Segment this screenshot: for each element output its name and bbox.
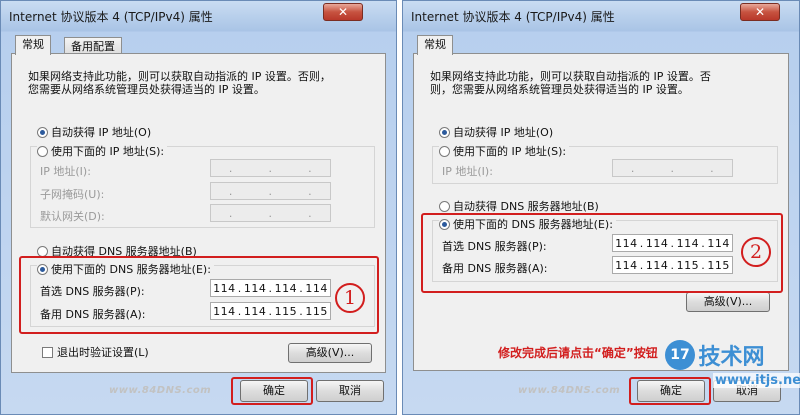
radio-unselected-icon: [439, 201, 450, 212]
preferred-dns-label: 首选 DNS 服务器(P):: [442, 240, 547, 253]
watermark: www.84DNS.com: [109, 385, 212, 396]
site-url: www.itjs.net: [713, 373, 800, 388]
alternate-dns-field[interactable]: 114. 114. 115. 115: [210, 302, 331, 320]
close-button[interactable]: ✕: [740, 3, 780, 21]
radio-label: 自动获得 DNS 服务器地址(B): [453, 200, 599, 213]
gateway-field[interactable]: ...: [210, 204, 331, 222]
advanced-button[interactable]: 高级(V)...: [686, 292, 770, 312]
advanced-button[interactable]: 高级(V)...: [288, 343, 372, 363]
tab-general[interactable]: 常规: [15, 35, 51, 55]
radio-label: 使用下面的 DNS 服务器地址(E):: [51, 263, 211, 276]
window-title: Internet 协议版本 4 (TCP/IPv4) 属性: [411, 10, 615, 24]
tab-panel: 如果网络支持此功能，则可以获取自动指派的 IP 设置。否则， 您需要从网络系统管…: [11, 53, 386, 373]
alternate-dns-label: 备用 DNS 服务器(A):: [40, 308, 146, 321]
step-number-1: 1: [335, 283, 365, 313]
radio-selected-icon: [37, 127, 48, 138]
logo-badge-icon: 17: [665, 340, 695, 370]
dialog-right: Internet 协议版本 4 (TCP/IPv4) 属性 ✕ 常规 如果网络支…: [402, 0, 800, 415]
ip-address-field[interactable]: ...: [210, 159, 331, 177]
ip-address-field[interactable]: ...: [612, 159, 733, 177]
radio-use-ip[interactable]: 使用下面的 IP 地址(S):: [37, 143, 168, 159]
cancel-button[interactable]: 取消: [316, 380, 384, 402]
preferred-dns-field[interactable]: 114. 114. 114. 114: [612, 234, 733, 252]
radio-label: 自动获得 IP 地址(O): [453, 126, 554, 139]
radio-label: 自动获得 IP 地址(O): [51, 126, 152, 139]
radio-use-ip[interactable]: 使用下面的 IP 地址(S):: [439, 143, 570, 159]
tab-panel: 如果网络支持此功能，则可以获取自动指派的 IP 设置。否 则，您需要从网络系统管…: [413, 53, 789, 371]
radio-selected-icon: [439, 219, 450, 230]
subnet-label: 子网掩码(U):: [40, 188, 105, 201]
validate-checkbox[interactable]: 退出时验证设置(L): [42, 344, 149, 360]
checkbox-icon: [42, 347, 53, 358]
radio-selected-icon: [37, 264, 48, 275]
radio-selected-icon: [439, 127, 450, 138]
ip-address-label: IP 地址(I):: [40, 165, 91, 178]
radio-unselected-icon: [37, 146, 48, 157]
description-line-1: 如果网络支持此功能，则可以获取自动指派的 IP 设置。否则，: [28, 70, 331, 83]
preferred-dns-label: 首选 DNS 服务器(P):: [40, 285, 145, 298]
alternate-dns-label: 备用 DNS 服务器(A):: [442, 262, 548, 275]
radio-auto-dns[interactable]: 自动获得 DNS 服务器地址(B): [439, 198, 599, 214]
subnet-field[interactable]: ...: [210, 182, 331, 200]
watermark: www.84DNS.com: [518, 385, 621, 396]
radio-label: 使用下面的 IP 地址(S):: [453, 145, 567, 158]
window-title: Internet 协议版本 4 (TCP/IPv4) 属性: [9, 10, 213, 24]
preferred-dns-field[interactable]: 114. 114. 114. 114: [210, 279, 331, 297]
radio-use-dns[interactable]: 使用下面的 DNS 服务器地址(E):: [37, 261, 214, 277]
radio-unselected-icon: [37, 246, 48, 257]
radio-auto-ip[interactable]: 自动获得 IP 地址(O): [37, 124, 151, 140]
tab-general[interactable]: 常规: [417, 35, 453, 55]
ip-address-label: IP 地址(I):: [442, 165, 493, 178]
description-line-2: 则，您需要从网络系统管理员处获得适当的 IP 设置。: [430, 83, 689, 96]
description-line-1: 如果网络支持此功能，则可以获取自动指派的 IP 设置。否: [430, 70, 711, 83]
radio-auto-ip[interactable]: 自动获得 IP 地址(O): [439, 124, 553, 140]
checkbox-label: 退出时验证设置(L): [57, 346, 149, 359]
ok-button[interactable]: 确定: [637, 380, 705, 402]
radio-label: 使用下面的 DNS 服务器地址(E):: [453, 218, 613, 231]
radio-label: 使用下面的 IP 地址(S):: [51, 145, 165, 158]
radio-label: 自动获得 DNS 服务器地址(B): [51, 245, 197, 258]
site-logo: 17 技术网: [665, 339, 765, 371]
close-icon: ✕: [337, 5, 349, 19]
close-button[interactable]: ✕: [323, 3, 363, 21]
ok-button[interactable]: 确定: [240, 380, 308, 402]
logo-word: 技术网: [698, 345, 765, 370]
radio-unselected-icon: [439, 146, 450, 157]
alternate-dns-field[interactable]: 114. 114. 115. 115: [612, 256, 733, 274]
close-icon: ✕: [754, 5, 766, 19]
dialog-left: Internet 协议版本 4 (TCP/IPv4) 属性 ✕ 常规 备用配置 …: [0, 0, 397, 415]
gateway-label: 默认网关(D):: [40, 210, 105, 223]
instruction-text: 修改完成后请点击“确定”按钮: [498, 346, 658, 360]
radio-use-dns[interactable]: 使用下面的 DNS 服务器地址(E):: [439, 216, 616, 232]
description-line-2: 您需要从网络系统管理员处获得适当的 IP 设置。: [28, 83, 265, 96]
step-number-2: 2: [741, 237, 771, 267]
radio-auto-dns[interactable]: 自动获得 DNS 服务器地址(B): [37, 243, 197, 259]
